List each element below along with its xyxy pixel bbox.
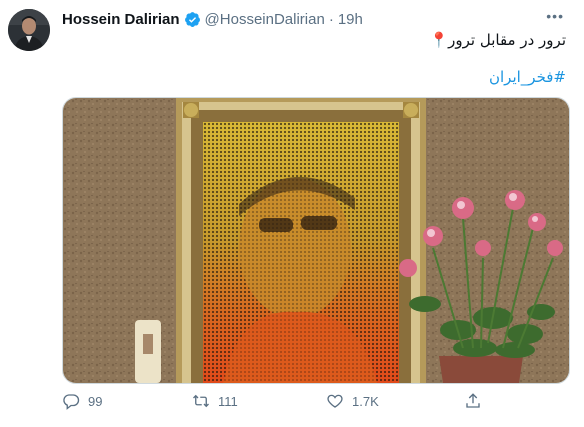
retweet-count: 111: [218, 393, 238, 409]
author-handle[interactable]: @HosseinDalirian: [205, 11, 325, 28]
share-button[interactable]: [464, 392, 490, 410]
hashtag-link[interactable]: #فخر_ایران: [489, 68, 566, 86]
like-icon: [327, 394, 343, 408]
reply-icon: [63, 394, 80, 410]
header-separator: ·: [328, 10, 334, 28]
retweet-icon: [193, 394, 209, 408]
author-name[interactable]: Hossein Dalirian: [62, 11, 180, 28]
reply-count: 99: [88, 393, 103, 409]
more-icon[interactable]: •••: [546, 8, 564, 24]
share-icon: [466, 393, 480, 408]
tweet-actions: 99 111 1.7K: [62, 392, 502, 416]
tweet-image[interactable]: [62, 97, 570, 384]
tweet-header: Hossein Dalirian @HosseinDalirian · 19h: [62, 9, 363, 29]
artwork-illustration: [63, 98, 569, 383]
reply-button[interactable]: 99: [62, 392, 102, 410]
retweet-button[interactable]: 111: [192, 392, 238, 410]
verified-badge-icon: [184, 11, 200, 27]
tweet-time[interactable]: 19h: [338, 11, 363, 28]
like-count: 1.7K: [352, 393, 379, 409]
author-avatar[interactable]: [8, 9, 50, 51]
like-button[interactable]: 1.7K: [326, 392, 379, 410]
tweet-text: ترور در مقابل ترور📍: [429, 31, 566, 49]
